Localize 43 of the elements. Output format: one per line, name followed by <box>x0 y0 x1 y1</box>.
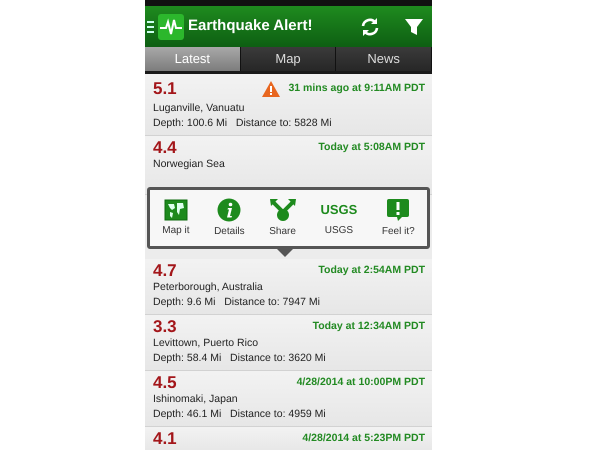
action-button[interactable]: Feel it? <box>382 198 415 238</box>
quake-row[interactable]: 4.7 Today at 2:54AM PDT Peterborough, Australia Depth: 9.6 Mi Distance to: 7947 Mi <box>145 259 432 315</box>
menu-icon[interactable] <box>147 20 154 32</box>
quake-time: 31 mins ago at 9:11AM PDT <box>288 81 425 96</box>
action-button[interactable]: Map it <box>162 198 190 238</box>
refresh-icon[interactable] <box>360 16 380 36</box>
quake-row[interactable]: 5.1 31 mins ago at 9:11AM PDT Luganville, Vanuatu Depth: 100.6 Mi Distance to: 5828 Mi <box>145 74 432 136</box>
quake-row[interactable]: 3.3 Today at 12:34AM PDT Levittown, Puerto Rico Depth: 58.4 Mi Distance to: 3620 Mi <box>145 315 432 371</box>
quake-location: Levittown, Puerto Rico <box>153 336 260 351</box>
usgs-logo: USGS <box>320 200 358 218</box>
quake-row[interactable]: 4.5 4/28/2014 at 10:00PM PDT Ishinomaki, Japan Depth: 46.1 Mi Distance to: 4959 Mi <box>145 371 432 427</box>
app-logo-icon <box>158 14 184 40</box>
tab[interactable]: News <box>336 47 432 71</box>
quake-location: Peterborough, Australia <box>153 280 264 295</box>
world-map-icon <box>164 198 188 220</box>
action-button[interactable]: Details <box>214 198 245 238</box>
quake-depth-distance: Depth: 9.6 Mi Distance to: 7947 Mi <box>153 295 321 310</box>
action-button[interactable]: Share <box>269 198 296 238</box>
tab[interactable]: Map <box>240 47 336 71</box>
magnitude: 4.4 <box>153 139 177 157</box>
quake-location: Ishinomaki, Japan <box>153 392 239 407</box>
quake-row[interactable]: 4.1 4/28/2014 at 5:23PM PDT <box>145 427 432 450</box>
quake-location: Norwegian Sea <box>153 157 226 172</box>
filter-icon[interactable] <box>404 16 424 36</box>
magnitude: 4.5 <box>153 374 177 392</box>
magnitude: 4.1 <box>153 430 177 448</box>
magnitude: 5.1 <box>153 80 177 98</box>
quake-depth-distance: Depth: 100.6 Mi Distance to: 5828 Mi <box>153 116 333 131</box>
alert-bubble-icon <box>386 198 410 222</box>
magnitude: 3.3 <box>153 318 177 336</box>
quake-time: 4/28/2014 at 5:23PM PDT <box>302 431 425 446</box>
quake-location: Luganville, Vanuatu <box>153 101 246 116</box>
magnitude: 4.7 <box>153 262 177 280</box>
quake-time: Today at 12:34AM PDT <box>312 319 425 334</box>
info-icon <box>217 198 242 222</box>
share-icon <box>270 198 296 222</box>
quake-depth-distance: Depth: 58.4 Mi Distance to: 3620 Mi <box>153 351 327 366</box>
action-button[interactable]: USGS USGS <box>320 198 358 238</box>
quake-depth-distance: Depth: 46.1 Mi Distance to: 4959 Mi <box>153 407 327 422</box>
quake-time: Today at 2:54AM PDT <box>318 263 425 278</box>
quake-time: Today at 5:08AM PDT <box>318 140 425 156</box>
app-title: Earthquake Alert! <box>188 16 312 36</box>
quake-time: 4/28/2014 at 10:00PM PDT <box>296 375 425 390</box>
